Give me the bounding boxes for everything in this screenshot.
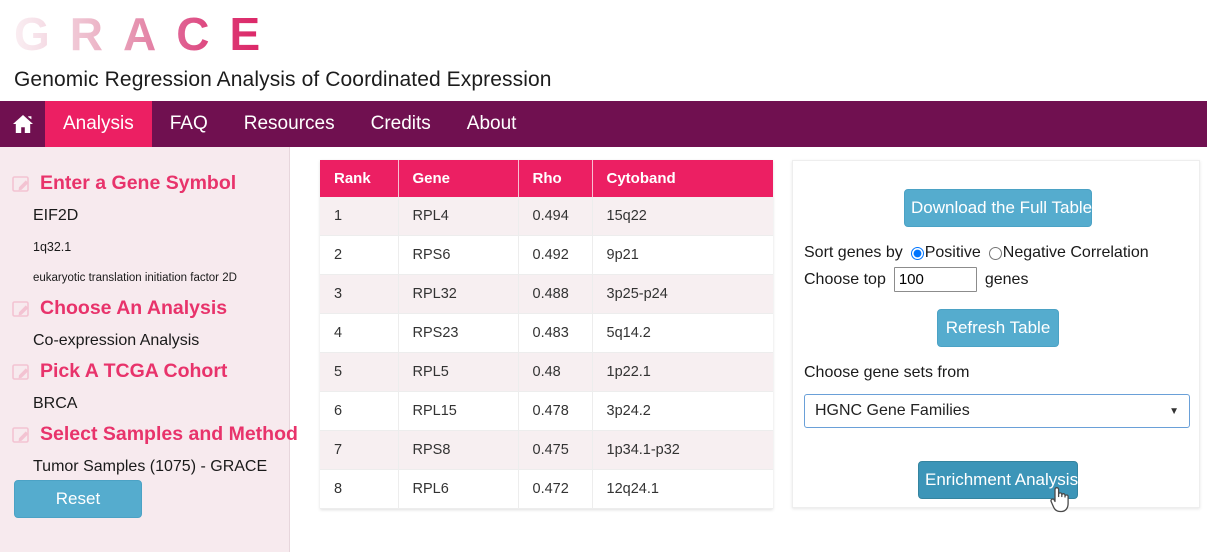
table-header-row: Rank Gene Rho Cytoband (320, 160, 773, 197)
edit-icon (12, 300, 32, 318)
refresh-table-button[interactable]: Refresh Table (937, 309, 1059, 347)
reset-button[interactable]: Reset (14, 480, 142, 518)
sidebar-heading-label: Select Samples and Method (40, 423, 298, 446)
sidebar-section-samples-method[interactable]: Select Samples and Method (0, 420, 289, 449)
table-row[interactable]: 7 RPS8 0.475 1p34.1-p32 (320, 431, 773, 470)
cell-rho: 0.478 (518, 392, 592, 431)
choose-top-label: Choose top (804, 271, 886, 289)
cell-cytoband: 1p22.1 (592, 353, 773, 392)
sort-negative-label: Negative Correlation (1003, 244, 1149, 262)
sort-positive-label: Positive (925, 244, 981, 262)
genes-suffix-label: genes (985, 271, 1029, 289)
table-row[interactable]: 2 RPS6 0.492 9p21 (320, 236, 773, 275)
column-header-gene[interactable]: Gene (398, 160, 518, 197)
cell-rho: 0.472 (518, 470, 592, 509)
table-body: 1 RPL4 0.494 15q22 2 RPS6 0.492 9p21 3 R… (320, 197, 773, 509)
sidebar-gene-cytoband-value: 1q32.1 (0, 232, 289, 263)
column-header-rank[interactable]: Rank (320, 160, 398, 197)
sidebar-gene-symbol-value: EIF2D (0, 200, 289, 232)
column-header-cytoband[interactable]: Cytoband (592, 160, 773, 197)
cell-cytoband: 5q14.2 (592, 314, 773, 353)
cell-gene: RPS8 (398, 431, 518, 470)
sort-positive-radio[interactable] (911, 247, 924, 260)
sidebar-heading-label: Choose An Analysis (40, 297, 227, 320)
cell-cytoband: 15q22 (592, 197, 773, 236)
chevron-down-icon: ▼ (1169, 406, 1179, 417)
table-header: Rank Gene Rho Cytoband (320, 160, 773, 197)
sidebar: Enter a Gene Symbol EIF2D 1q32.1 eukaryo… (0, 147, 290, 552)
edit-icon (12, 363, 32, 381)
gene-sets-selected-value: HGNC Gene Families (815, 402, 970, 420)
cell-rank: 2 (320, 236, 398, 275)
sort-genes-label: Sort genes by (804, 244, 903, 262)
table-row[interactable]: 6 RPL15 0.478 3p24.2 (320, 392, 773, 431)
sidebar-cohort-value: BRCA (0, 388, 289, 420)
cell-rho: 0.494 (518, 197, 592, 236)
sidebar-section-analysis[interactable]: Choose An Analysis (0, 294, 289, 323)
gene-sets-dropdown[interactable]: HGNC Gene Families ▼ (804, 394, 1190, 428)
top-genes-input[interactable] (894, 267, 977, 292)
column-header-rho[interactable]: Rho (518, 160, 592, 197)
table-row[interactable]: 5 RPL5 0.48 1p22.1 (320, 353, 773, 392)
cell-rho: 0.483 (518, 314, 592, 353)
cell-cytoband: 9p21 (592, 236, 773, 275)
cell-rho: 0.488 (518, 275, 592, 314)
cell-rank: 4 (320, 314, 398, 353)
sidebar-section-cohort[interactable]: Pick A TCGA Cohort (0, 357, 289, 386)
grace-logo: GRACE (14, 5, 280, 63)
cell-rho: 0.475 (518, 431, 592, 470)
nav-item-resources[interactable]: Resources (226, 101, 353, 147)
gene-sets-label: Choose gene sets from (804, 364, 969, 382)
cell-gene: RPS23 (398, 314, 518, 353)
table-row[interactable]: 8 RPL6 0.472 12q24.1 (320, 470, 773, 509)
cell-rank: 7 (320, 431, 398, 470)
cell-rank: 6 (320, 392, 398, 431)
cell-gene: RPL6 (398, 470, 518, 509)
sort-negative-radio[interactable] (989, 247, 1002, 260)
sidebar-section-gene-symbol[interactable]: Enter a Gene Symbol (0, 169, 289, 198)
nav-item-analysis[interactable]: Analysis (45, 101, 152, 147)
edit-icon (12, 175, 32, 193)
table-row[interactable]: 3 RPL32 0.488 3p25-p24 (320, 275, 773, 314)
page-header: GRACE Genomic Regression Analysis of Coo… (0, 0, 1207, 100)
cell-cytoband: 1p34.1-p32 (592, 431, 773, 470)
cell-rho: 0.48 (518, 353, 592, 392)
sidebar-analysis-value: Co-expression Analysis (0, 325, 289, 357)
main-navbar: Analysis FAQ Resources Credits About (0, 101, 1207, 147)
home-button[interactable] (0, 101, 45, 147)
choose-top-genes-row: Choose top genes (804, 267, 1028, 292)
sidebar-samples-method-value: Tumor Samples (1075) - GRACE (0, 451, 289, 483)
page-subtitle: Genomic Regression Analysis of Coordinat… (14, 68, 552, 92)
cell-rho: 0.492 (518, 236, 592, 275)
cell-gene: RPL5 (398, 353, 518, 392)
table-row[interactable]: 1 RPL4 0.494 15q22 (320, 197, 773, 236)
cell-cytoband: 3p25-p24 (592, 275, 773, 314)
sidebar-heading-label: Pick A TCGA Cohort (40, 360, 227, 383)
cell-gene: RPL32 (398, 275, 518, 314)
nav-item-faq[interactable]: FAQ (152, 101, 226, 147)
cell-rank: 3 (320, 275, 398, 314)
controls-panel: Download the Full Table Sort genes by Po… (792, 160, 1200, 508)
sidebar-gene-description-value: eukaryotic translation initiation factor… (0, 263, 289, 294)
cell-rank: 1 (320, 197, 398, 236)
enrichment-analysis-button[interactable]: Enrichment Analysis (918, 461, 1078, 499)
cell-rank: 8 (320, 470, 398, 509)
cell-cytoband: 12q24.1 (592, 470, 773, 509)
home-icon (11, 113, 35, 135)
sidebar-heading-label: Enter a Gene Symbol (40, 172, 236, 195)
table-row[interactable]: 4 RPS23 0.483 5q14.2 (320, 314, 773, 353)
cell-gene: RPS6 (398, 236, 518, 275)
cell-gene: RPL15 (398, 392, 518, 431)
cell-gene: RPL4 (398, 197, 518, 236)
gene-table-container: Rank Gene Rho Cytoband 1 RPL4 0.494 15q2… (320, 160, 773, 509)
cell-cytoband: 3p24.2 (592, 392, 773, 431)
nav-item-about[interactable]: About (449, 101, 535, 147)
gene-table: Rank Gene Rho Cytoband 1 RPL4 0.494 15q2… (320, 160, 773, 509)
cell-rank: 5 (320, 353, 398, 392)
nav-item-credits[interactable]: Credits (353, 101, 449, 147)
download-full-table-button[interactable]: Download the Full Table (904, 189, 1092, 227)
sort-genes-row: Sort genes by Positive Negative Correlat… (804, 244, 1149, 262)
edit-icon (12, 426, 32, 444)
